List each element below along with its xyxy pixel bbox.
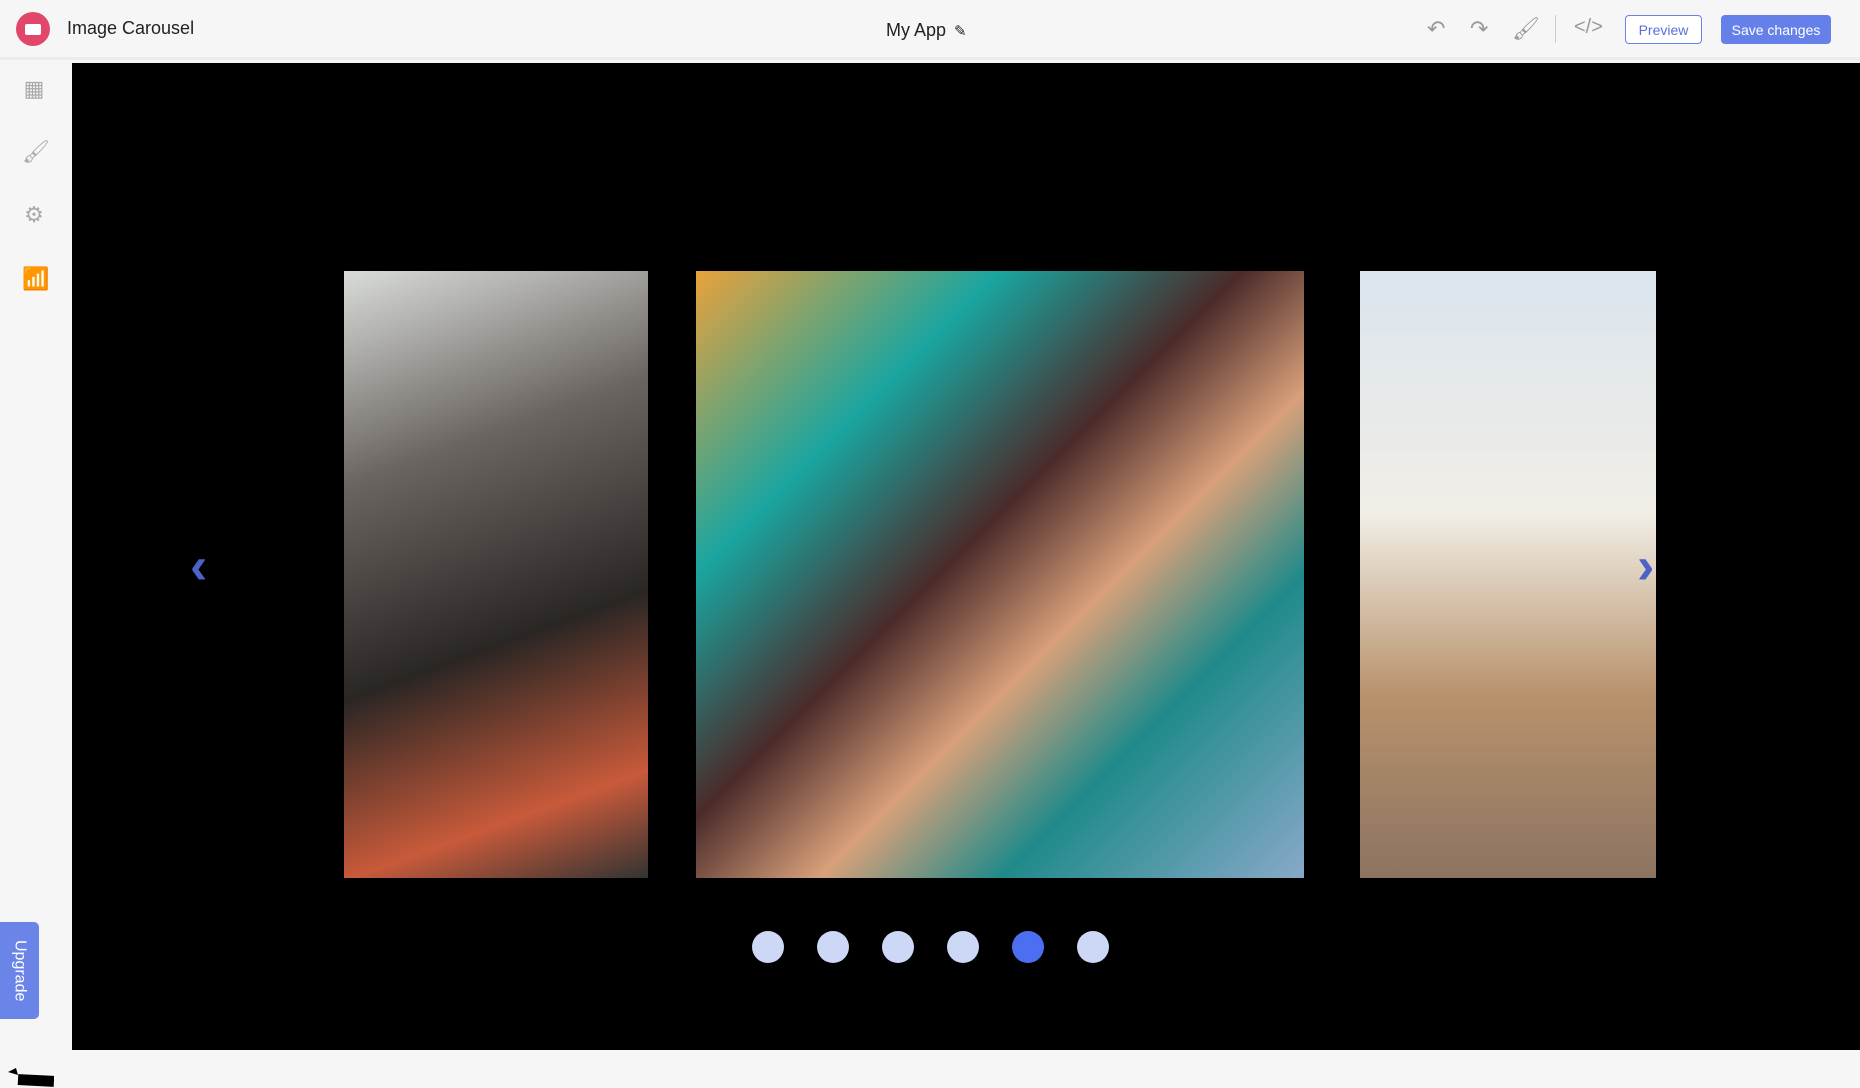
- app-logo-icon: [16, 12, 50, 46]
- carousel-slide-previous[interactable]: [344, 271, 648, 878]
- chevron-left-icon[interactable]: ‹: [190, 540, 207, 592]
- app-title: Image Carousel: [67, 18, 195, 38]
- pencil-icon[interactable]: ✎: [954, 22, 967, 40]
- code-icon[interactable]: </>: [1574, 16, 1603, 39]
- upgrade-button[interactable]: Upgrade: [0, 922, 39, 1019]
- layout-icon[interactable]: ▦: [22, 77, 46, 101]
- carousel-dot[interactable]: [1077, 931, 1109, 963]
- toolbar-divider: [1555, 15, 1556, 43]
- carousel-stage: ‹ ›: [72, 63, 1860, 1050]
- sidebar: ▦ 🖌 ⚙ 📶 Upgrade: [0, 63, 72, 1087]
- gear-icon[interactable]: ⚙: [22, 203, 46, 227]
- paint-roller-icon[interactable]: 🖌: [1512, 16, 1540, 42]
- carousel-dot[interactable]: [882, 931, 914, 963]
- brush-icon[interactable]: 🖌: [22, 140, 50, 164]
- project-name: My App: [886, 20, 947, 40]
- preview-button[interactable]: Preview: [1625, 15, 1702, 44]
- carousel-dot[interactable]: [752, 931, 784, 963]
- carousel-dot[interactable]: [947, 931, 979, 963]
- save-changes-button[interactable]: Save changes: [1721, 15, 1831, 44]
- undo-icon[interactable]: ↶: [1427, 16, 1445, 42]
- top-bar: Image Carousel My App ✎ ↶ ↷ 🖌 </> Preview…: [0, 0, 1860, 60]
- project-title[interactable]: My App ✎: [886, 20, 967, 41]
- carousel-dot[interactable]: [817, 931, 849, 963]
- redo-icon[interactable]: ↷: [1470, 16, 1488, 42]
- carousel-slide-current[interactable]: [696, 271, 1304, 878]
- carousel-slide-next[interactable]: [1360, 271, 1656, 878]
- analytics-icon[interactable]: 📶: [22, 267, 49, 291]
- ninja-logo-icon: [8, 1068, 54, 1087]
- chevron-right-icon[interactable]: ›: [1637, 540, 1654, 592]
- carousel-dot[interactable]: [1012, 931, 1044, 963]
